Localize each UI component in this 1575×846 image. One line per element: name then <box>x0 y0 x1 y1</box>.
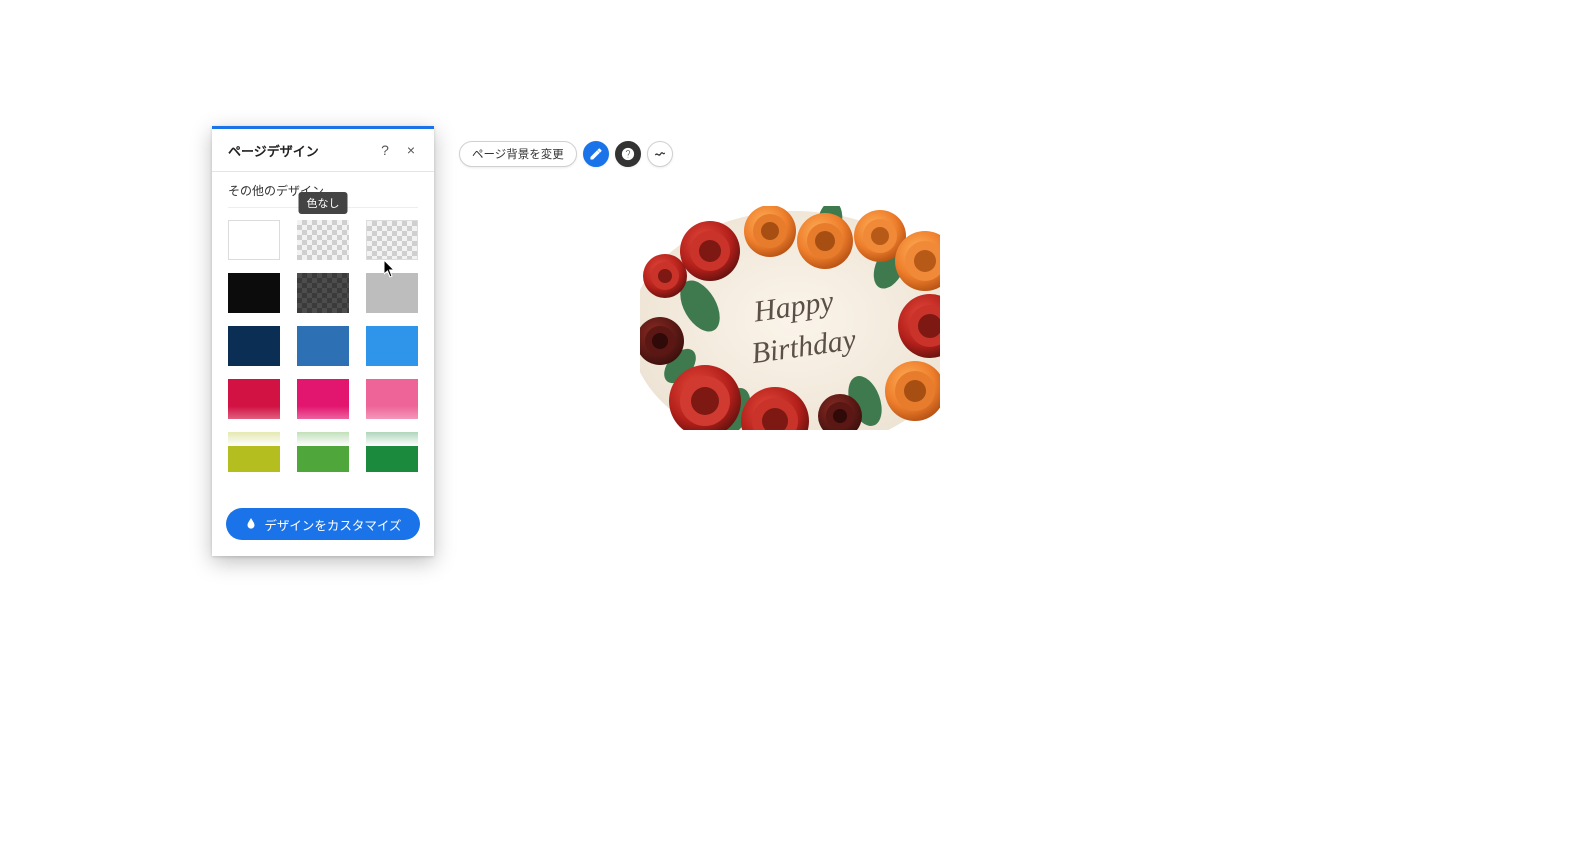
canvas-image[interactable]: Happy Birthday <box>640 206 940 430</box>
swatch-dark-green[interactable] <box>366 432 418 472</box>
swatch-no-color-light[interactable]: 色なし <box>297 220 349 260</box>
help-icon[interactable]: ? <box>374 139 396 161</box>
swatch-blue[interactable] <box>297 326 349 366</box>
page-design-panel: ページデザイン ? × その他のデザイン 色なし デザインをカスタマイズ <box>212 126 434 556</box>
swatch-green[interactable] <box>297 432 349 472</box>
swatch-gray[interactable] <box>366 273 418 313</box>
cake-illustration: Happy Birthday <box>640 206 940 430</box>
swatch-white[interactable] <box>228 220 280 260</box>
close-icon[interactable]: × <box>400 139 422 161</box>
swatch-tooltip: 色なし <box>299 192 348 214</box>
swatch-no-color-dark[interactable] <box>297 273 349 313</box>
swatch-olive[interactable] <box>228 432 280 472</box>
swatch-black[interactable] <box>228 273 280 313</box>
help-button[interactable] <box>615 141 641 167</box>
pencil-icon <box>589 147 603 161</box>
paint-drop-icon <box>244 517 258 531</box>
question-icon <box>621 147 635 161</box>
swatch-no-color-light2[interactable] <box>366 220 418 260</box>
squiggle-icon <box>653 147 667 161</box>
panel-title: ページデザイン <box>228 141 370 160</box>
panel-body: その他のデザイン 色なし <box>212 172 434 496</box>
customize-design-label: デザインをカスタマイズ <box>264 515 401 534</box>
swatch-navy[interactable] <box>228 326 280 366</box>
swatch-magenta[interactable] <box>297 379 349 419</box>
swatch-grid: 色なし <box>228 220 418 472</box>
animation-button[interactable] <box>647 141 673 167</box>
change-page-background-button[interactable]: ページ背景を変更 <box>459 141 577 167</box>
panel-footer: デザインをカスタマイズ <box>212 496 434 556</box>
edit-button[interactable] <box>583 141 609 167</box>
swatch-pink[interactable] <box>366 379 418 419</box>
panel-header: ページデザイン ? × <box>212 129 434 172</box>
swatch-light-blue[interactable] <box>366 326 418 366</box>
swatch-crimson[interactable] <box>228 379 280 419</box>
floating-toolbar: ページ背景を変更 <box>459 141 673 167</box>
customize-design-button[interactable]: デザインをカスタマイズ <box>226 508 420 540</box>
